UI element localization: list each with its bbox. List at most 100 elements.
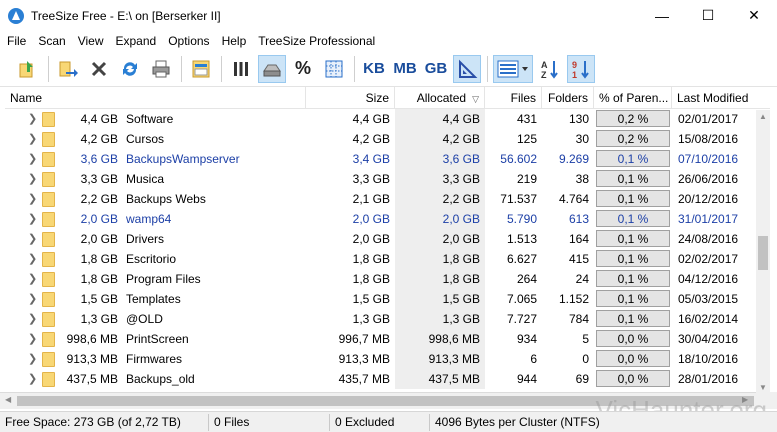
- refresh-button[interactable]: [116, 55, 144, 83]
- table-row[interactable]: ❯ 913,3 MB Firmwares 913,3 MB 913,3 MB 6…: [5, 349, 757, 369]
- files-count-button[interactable]: [320, 55, 348, 83]
- percent-bar: 0,1 %: [596, 150, 670, 167]
- scroll-down-icon[interactable]: ▼: [756, 383, 770, 392]
- status-files: 0 Files: [209, 413, 330, 431]
- table-row[interactable]: ❯ 3,6 GB BackupsWampserver 3,4 GB 3,6 GB…: [5, 149, 757, 169]
- menu-file[interactable]: File: [0, 34, 31, 48]
- column-percent[interactable]: % of Paren...: [594, 87, 672, 109]
- folder-size-label: 4,4 GB: [80, 112, 118, 126]
- explorer-view-button[interactable]: [187, 55, 215, 83]
- unit-gb-button[interactable]: GB: [422, 55, 450, 83]
- table-row[interactable]: ❯ 437,5 MB Backups_old 435,7 MB 437,5 MB…: [5, 369, 757, 389]
- size-cell: 3,3 GB: [352, 172, 390, 186]
- vertical-scroll-thumb[interactable]: [758, 236, 768, 270]
- table-row[interactable]: ❯ 2,0 GB wamp64 2,0 GB 2,0 GB 5.790 613 …: [5, 209, 757, 229]
- chevron-right-icon[interactable]: ❯: [28, 129, 37, 149]
- folders-cell: 38: [575, 172, 589, 186]
- minimize-button[interactable]: —: [639, 0, 685, 31]
- size-cell: 2,0 GB: [352, 232, 390, 246]
- column-name[interactable]: Name: [5, 87, 306, 109]
- maximize-button[interactable]: ☐: [685, 0, 731, 31]
- unit-kb-button[interactable]: KB: [360, 55, 388, 83]
- folders-cell: 69: [575, 372, 589, 386]
- percent-cell: 0,1 %: [594, 229, 672, 249]
- percent-view-button[interactable]: %: [289, 55, 317, 83]
- chevron-right-icon[interactable]: ❯: [28, 369, 37, 389]
- print-button[interactable]: [147, 55, 175, 83]
- size-cell: 2,0 GB: [352, 212, 390, 226]
- table-row[interactable]: ❯ 2,0 GB Drivers 2,0 GB 2,0 GB 1.513 164…: [5, 229, 757, 249]
- column-size[interactable]: Size: [306, 87, 395, 109]
- column-last-modified[interactable]: Last Modified: [672, 87, 770, 109]
- column-allocated[interactable]: Allocated ▽: [395, 87, 485, 109]
- allocated-cell: 998,6 MB: [395, 329, 485, 349]
- folders-cell: 164: [568, 232, 589, 246]
- auto-unit-button[interactable]: [453, 54, 481, 83]
- modified-cell: 07/10/2016: [678, 152, 739, 166]
- chevron-right-icon[interactable]: ❯: [28, 289, 37, 309]
- allocated-cell: 1,8 GB: [395, 249, 485, 269]
- table-row[interactable]: ❯ 1,8 GB Program Files 1,8 GB 1,8 GB 264…: [5, 269, 757, 289]
- table-row[interactable]: ❯ 998,6 MB PrintScreen 996,7 MB 998,6 MB…: [5, 329, 757, 349]
- menu-help[interactable]: Help: [215, 34, 252, 48]
- folder-size-label: 437,5 MB: [66, 372, 118, 386]
- chevron-right-icon[interactable]: ❯: [28, 249, 37, 269]
- table-row[interactable]: ❯ 4,2 GB Cursos 4,2 GB 4,2 GB 125 30 0,2…: [5, 129, 757, 149]
- select-directory-button[interactable]: [54, 55, 82, 83]
- menu-expand[interactable]: Expand: [109, 34, 162, 48]
- size-view-button[interactable]: [258, 54, 286, 83]
- allocated-cell: 3,6 GB: [395, 149, 485, 169]
- table-row[interactable]: ❯ 1,8 GB Escritorio 1,8 GB 1,8 GB 6.627 …: [5, 249, 757, 269]
- table-row[interactable]: ❯ 1,3 GB @OLD 1,3 GB 1,3 GB 7.727 784 0,…: [5, 309, 757, 329]
- folder-icon: [42, 132, 55, 147]
- chevron-right-icon[interactable]: ❯: [28, 209, 37, 229]
- percent-cell: 0,1 %: [594, 189, 672, 209]
- column-files[interactable]: Files: [485, 87, 542, 109]
- scroll-left-icon[interactable]: ◀: [5, 395, 11, 404]
- percent-bar: 0,1 %: [596, 190, 670, 207]
- chevron-right-icon[interactable]: ❯: [28, 229, 37, 249]
- details-view-dropdown[interactable]: [493, 54, 533, 83]
- name-cell: ❯ 1,5 GB Templates: [5, 289, 306, 309]
- chevron-right-icon[interactable]: ❯: [28, 169, 37, 189]
- scroll-up-icon[interactable]: ▲: [756, 112, 770, 121]
- chevron-right-icon[interactable]: ❯: [28, 329, 37, 349]
- table-row[interactable]: ❯ 3,3 GB Musica 3,3 GB 3,3 GB 219 38 0,1…: [5, 169, 757, 189]
- table-row[interactable]: ❯ 4,4 GB Software 4,4 GB 4,4 GB 431 130 …: [5, 109, 757, 129]
- menu-treesize-professional[interactable]: TreeSize Professional: [251, 34, 380, 48]
- scan-drive-button[interactable]: [14, 55, 42, 83]
- chevron-right-icon[interactable]: ❯: [28, 269, 37, 289]
- chevron-right-icon[interactable]: ❯: [28, 309, 37, 329]
- vertical-scrollbar[interactable]: ▲ ▼: [756, 110, 770, 394]
- chevron-right-icon[interactable]: ❯: [28, 189, 37, 209]
- chevron-right-icon[interactable]: ❯: [28, 349, 37, 369]
- toolbar-separator: [181, 55, 182, 82]
- close-button[interactable]: ✕: [731, 0, 777, 31]
- modified-cell: 16/02/2014: [678, 312, 739, 326]
- percent-cell: 0,1 %: [594, 309, 672, 329]
- folder-size-label: 3,6 GB: [80, 152, 118, 166]
- chevron-right-icon[interactable]: ❯: [28, 109, 37, 129]
- folder-list: Name Size Allocated ▽ Files Folders % of …: [5, 87, 770, 394]
- modified-cell: 02/01/2017: [678, 112, 739, 126]
- status-excluded: 0 Excluded: [330, 413, 430, 431]
- chevron-right-icon[interactable]: ❯: [28, 149, 37, 169]
- stop-button[interactable]: [85, 55, 113, 83]
- unit-mb-button[interactable]: MB: [391, 55, 419, 83]
- column-folders[interactable]: Folders: [542, 87, 594, 109]
- menu-scan[interactable]: Scan: [31, 34, 70, 48]
- sort-az-button[interactable]: AZ: [536, 55, 564, 83]
- sort-size-button[interactable]: 91: [567, 54, 595, 83]
- folder-name: Cursos: [126, 132, 165, 146]
- svg-text:1: 1: [572, 70, 577, 80]
- title-bar: TreeSize Free - E:\ on [Berserker II] — …: [0, 0, 777, 31]
- folders-cell: 415: [568, 252, 589, 266]
- menu-options[interactable]: Options: [161, 34, 214, 48]
- menu-view[interactable]: View: [71, 34, 109, 48]
- folder-size-label: 1,8 GB: [80, 272, 118, 286]
- modified-cell: 04/12/2016: [678, 272, 739, 286]
- name-cell: ❯ 2,2 GB Backups Webs: [5, 189, 306, 209]
- table-row[interactable]: ❯ 2,2 GB Backups Webs 2,1 GB 2,2 GB 71.5…: [5, 189, 757, 209]
- table-row[interactable]: ❯ 1,5 GB Templates 1,5 GB 1,5 GB 7.065 1…: [5, 289, 757, 309]
- bar-chart-view-button[interactable]: [227, 55, 255, 83]
